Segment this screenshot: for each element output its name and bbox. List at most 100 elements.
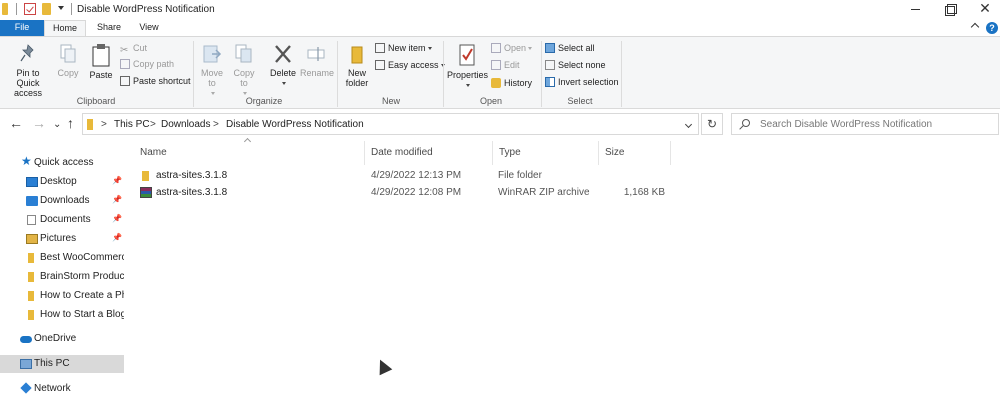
breadcrumb-current-folder[interactable]: Disable WordPress Notification — [226, 119, 364, 130]
nav-item-label: Best WooCommerce — [40, 252, 124, 263]
history-button[interactable]: History — [491, 77, 532, 90]
new-group-label: New — [381, 96, 400, 106]
address-history-chevron-icon[interactable] — [684, 120, 693, 129]
edit-button[interactable]: Edit — [491, 59, 520, 72]
chevron-down-icon — [282, 82, 286, 85]
open-button[interactable]: Open — [491, 42, 533, 55]
recent-locations-button[interactable]: ⌄ — [53, 118, 61, 132]
address-box[interactable]: > This PC > Downloads > Disable WordPres… — [82, 113, 699, 135]
winrar-archive-icon — [140, 187, 152, 198]
up-button[interactable]: ↑ — [67, 116, 74, 130]
file-name: astra-sites.3.1.8 — [156, 170, 228, 181]
pin-icon: 📌 — [112, 176, 122, 185]
new-folder-label: New folder — [345, 68, 369, 88]
select-none-button[interactable]: Select none — [545, 59, 606, 72]
easy-access-button[interactable]: Easy access — [375, 59, 445, 72]
column-header-name[interactable]: Name — [140, 147, 167, 158]
column-header-size[interactable]: Size — [605, 147, 624, 158]
pin-to-quick-access-label: Pin to Quick access — [13, 68, 42, 98]
delete-x-icon — [275, 45, 291, 63]
group-divider — [193, 41, 194, 107]
breadcrumb-downloads[interactable]: Downloads — [161, 119, 210, 130]
move-to-button[interactable]: Move to — [198, 43, 226, 98]
nav-item-downloads[interactable]: Downloads 📌 — [0, 192, 124, 210]
search-icon — [742, 119, 750, 127]
back-button[interactable]: ← — [9, 116, 23, 130]
column-divider[interactable] — [598, 141, 599, 165]
easy-access-label: Easy access — [388, 60, 439, 70]
column-divider[interactable] — [492, 141, 493, 165]
help-icon[interactable]: ? — [986, 22, 998, 34]
copy-to-button[interactable]: Copy to — [230, 43, 258, 98]
new-folder-button[interactable]: New folder — [341, 43, 373, 88]
nav-item-pictures[interactable]: Pictures 📌 — [0, 230, 124, 248]
minimize-button[interactable] — [908, 2, 924, 16]
tab-view[interactable]: View — [130, 20, 168, 36]
mouse-cursor-icon — [375, 358, 391, 374]
nav-item-onedrive[interactable]: OneDrive — [0, 330, 124, 348]
select-all-button[interactable]: Select all — [545, 42, 595, 55]
minimize-ribbon-chevron-icon[interactable] — [970, 22, 980, 32]
column-divider[interactable] — [670, 141, 671, 165]
nav-item-this-pc[interactable]: This PC — [0, 355, 124, 373]
copy-button[interactable]: Copy — [56, 43, 80, 78]
column-divider[interactable] — [364, 141, 365, 165]
close-button[interactable]: ✕ — [977, 1, 993, 16]
new-item-button[interactable]: New item — [375, 42, 432, 55]
group-divider — [337, 41, 338, 107]
paste-shortcut-button[interactable]: Paste shortcut — [120, 75, 191, 88]
search-input[interactable] — [760, 117, 995, 132]
divider — [71, 3, 72, 15]
cut-button[interactable]: ✂ Cut — [120, 42, 147, 56]
select-none-icon — [545, 60, 555, 70]
nav-item-documents[interactable]: Documents 📌 — [0, 211, 124, 229]
file-date: 4/29/2022 12:13 PM — [371, 170, 462, 181]
desktop-icon — [26, 177, 38, 187]
folder-icon — [87, 119, 93, 130]
invert-selection-button[interactable]: Invert selection — [545, 76, 619, 89]
tab-home[interactable]: Home — [44, 20, 86, 36]
nav-item-desktop[interactable]: Desktop 📌 — [0, 173, 124, 191]
nav-item-network[interactable]: Network — [0, 380, 124, 398]
table-row[interactable]: astra-sites.3.1.8 4/29/2022 12:13 PM Fil… — [136, 168, 676, 184]
column-header-date-modified[interactable]: Date modified — [371, 147, 433, 158]
table-row[interactable]: astra-sites.3.1.8 4/29/2022 12:08 PM Win… — [136, 185, 676, 201]
tab-file[interactable]: File — [0, 20, 44, 36]
forward-button[interactable]: → — [32, 116, 46, 130]
rename-button[interactable]: Rename — [300, 43, 335, 78]
nav-item-label: How to Start a Blog — [40, 309, 124, 320]
breadcrumb-separator: > — [213, 119, 219, 130]
pin-to-quick-access-button[interactable]: Pin to Quick access — [4, 43, 52, 98]
nav-item-brainstorm-products[interactable]: BrainStorm Products — [0, 268, 124, 286]
nav-item-how-to-start-a-blog[interactable]: How to Start a Blog — [0, 306, 124, 324]
nav-item-best-woocommerce[interactable]: Best WooCommerce — [0, 249, 124, 267]
customize-quick-access-toolbar-icon[interactable] — [58, 6, 64, 10]
select-none-label: Select none — [558, 60, 606, 70]
new-item-label: New item — [388, 43, 426, 53]
delete-button[interactable]: Delete — [268, 43, 298, 88]
search-box[interactable] — [731, 113, 999, 135]
paste-label: Paste — [89, 70, 113, 80]
ribbon-tabs: File Home Share View ? — [0, 20, 1000, 36]
paste-icon — [92, 44, 110, 67]
properties-check-icon[interactable] — [24, 3, 36, 15]
pin-icon — [20, 44, 34, 62]
group-divider — [621, 41, 622, 107]
open-label: Open — [504, 43, 527, 53]
paste-button[interactable]: Paste — [86, 43, 116, 80]
refresh-button[interactable]: ↻ — [701, 113, 723, 135]
column-header-type[interactable]: Type — [499, 147, 521, 158]
new-folder-icon[interactable] — [42, 3, 51, 15]
address-bar-row: ← → ⌄ ↑ > This PC > Downloads > Disable … — [0, 110, 1000, 138]
rename-label: Rename — [300, 68, 335, 78]
properties-button[interactable]: Properties — [447, 43, 488, 90]
clipboard-group-label: Clipboard — [76, 96, 116, 106]
breadcrumb-this-pc[interactable]: This PC — [114, 119, 150, 130]
title-bar: Disable WordPress Notification ✕ — [0, 0, 1000, 20]
tab-share[interactable]: Share — [90, 20, 128, 36]
nav-item-how-to-create[interactable]: How to Create a Pho — [0, 287, 124, 305]
copy-path-button[interactable]: Copy path — [120, 58, 174, 71]
restore-button[interactable] — [943, 2, 959, 16]
nav-item-quick-access[interactable]: ★ Quick access — [0, 154, 124, 172]
pictures-icon — [26, 234, 38, 244]
